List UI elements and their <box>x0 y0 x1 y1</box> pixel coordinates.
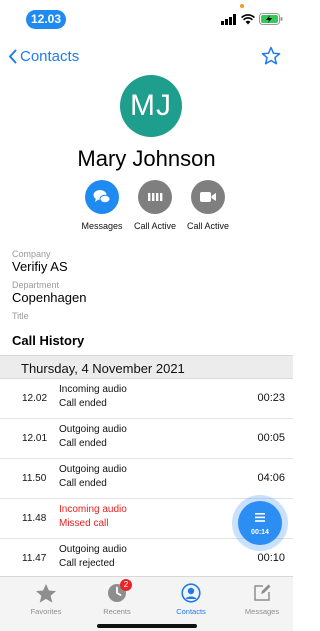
call-row[interactable]: 12.02 Incoming audio Call ended 00:23 <box>0 379 293 419</box>
call-active-action[interactable]: Call Active <box>125 180 185 231</box>
call-type: Outgoing audio <box>59 424 127 435</box>
recents-badge: 2 <box>120 579 132 591</box>
date-header: Thursday, 4 November 2021 <box>0 355 293 379</box>
home-indicator[interactable] <box>97 624 197 628</box>
company-label: Company <box>12 249 51 259</box>
star-icon <box>261 46 281 65</box>
call-type: Outgoing audio <box>59 464 127 475</box>
call-duration: 04:06 <box>257 472 285 484</box>
title-field: Title <box>12 311 29 321</box>
chevron-left-icon <box>9 49 17 64</box>
tab-favorites[interactable]: Favorites <box>16 582 76 616</box>
call-status: Call rejected <box>59 558 115 569</box>
chat-bubbles-icon <box>93 190 111 204</box>
person-circle-icon <box>181 583 201 603</box>
avatar: MJ <box>120 75 182 137</box>
active-call-timer: 00:14 <box>251 529 269 536</box>
video-call-button[interactable] <box>191 180 225 214</box>
video-call-action[interactable]: Call Active <box>178 180 238 231</box>
system-icons <box>221 12 283 26</box>
call-duration: 00:05 <box>257 432 285 444</box>
contact-name: Mary Johnson <box>77 146 216 171</box>
navigation-bar: Contacts <box>0 42 293 72</box>
messages-action-label: Messages <box>81 221 123 231</box>
messages-button[interactable] <box>85 180 119 214</box>
compose-icon <box>254 584 271 601</box>
call-status: Missed call <box>59 518 109 529</box>
active-call-button[interactable]: 00:14 <box>238 501 282 545</box>
call-time: 12.01 <box>22 433 48 444</box>
call-status: Call ended <box>59 438 107 449</box>
back-label: Contacts <box>20 48 80 65</box>
tab-favorites-label: Favorites <box>30 607 62 616</box>
call-row[interactable]: 11.50 Outgoing audio Call ended 04:06 <box>0 459 293 499</box>
battery-charging-icon <box>259 13 283 25</box>
call-duration: 00:23 <box>257 392 285 404</box>
status-time[interactable]: 12.03 <box>26 10 66 29</box>
department-label: Department <box>12 280 60 290</box>
call-active-label: Call Active <box>133 221 177 231</box>
tab-recents[interactable]: 2 Recents <box>87 579 147 616</box>
video-camera-icon <box>200 192 216 202</box>
call-time: 11.48 <box>22 513 47 524</box>
call-type: Outgoing audio <box>59 544 127 555</box>
favorite-button[interactable] <box>261 46 281 71</box>
department-value: Copenhagen <box>12 290 87 305</box>
call-type: Incoming audio <box>59 504 127 515</box>
video-call-label: Call Active <box>186 221 230 231</box>
wifi-icon <box>241 13 255 24</box>
call-duration: 00:10 <box>257 552 285 564</box>
call-history-title: Call History <box>12 333 85 348</box>
title-label: Title <box>12 311 29 321</box>
tab-contacts-label: Contacts <box>176 607 206 616</box>
tab-contacts[interactable]: Contacts <box>161 582 221 616</box>
call-active-button[interactable] <box>138 180 172 214</box>
status-bar: 12.03 <box>0 0 293 34</box>
privacy-indicator <box>240 4 244 8</box>
tab-messages[interactable]: Messages <box>232 582 292 616</box>
date-label: Thursday, 4 November 2021 <box>21 361 185 376</box>
action-buttons: Messages Call Active Call Active <box>72 180 238 236</box>
call-time: 11.47 <box>22 553 47 564</box>
back-button[interactable]: Contacts <box>8 48 79 65</box>
tab-recents-label: Recents <box>103 607 131 616</box>
call-row[interactable]: 12.01 Outgoing audio Call ended 00:05 <box>0 419 293 459</box>
call-status: Call ended <box>59 398 107 409</box>
tab-messages-label: Messages <box>244 607 280 616</box>
menu-lines-icon <box>255 513 265 522</box>
call-status: Call ended <box>59 478 107 489</box>
call-time: 12.02 <box>22 393 48 404</box>
department-field: Department Copenhagen <box>12 280 86 305</box>
tab-bar: Favorites 2 Recents Contacts Messages <box>0 576 293 631</box>
messages-action[interactable]: Messages <box>72 180 132 231</box>
signal-icon <box>221 13 236 25</box>
company-value: Verifiy AS <box>12 259 68 274</box>
keypad-icon <box>148 193 163 201</box>
call-time: 11.50 <box>22 473 47 484</box>
call-type: Incoming audio <box>59 384 127 395</box>
company-field: Company Verifiy AS <box>12 249 68 274</box>
star-filled-icon <box>36 583 56 603</box>
